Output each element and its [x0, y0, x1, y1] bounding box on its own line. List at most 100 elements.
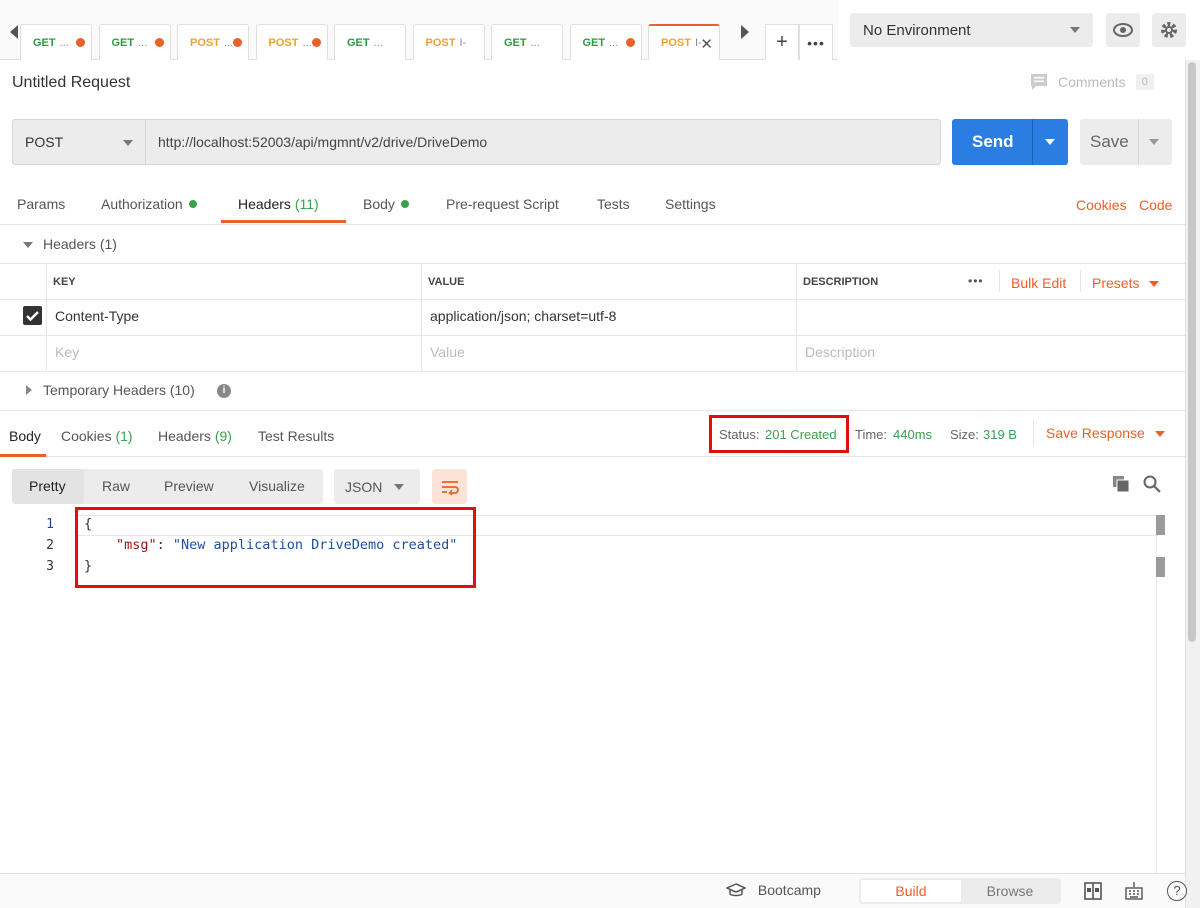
request-tab[interactable]: POST...: [177, 24, 249, 60]
chevron-down-icon: [394, 484, 404, 490]
editor-scroll-thumb[interactable]: [1156, 515, 1165, 535]
tab-tests[interactable]: Tests: [597, 196, 630, 212]
request-tab[interactable]: GET...: [334, 24, 406, 60]
time-value[interactable]: 440ms: [893, 427, 932, 442]
help-icon[interactable]: ?: [1167, 881, 1187, 901]
tab-method: GET: [111, 36, 135, 49]
tab-authorization[interactable]: Authorization: [101, 196, 197, 212]
view-pretty-button[interactable]: Pretty: [29, 478, 66, 494]
unsaved-dot-icon: [625, 38, 635, 47]
response-tab-cookies-count: (1): [115, 428, 133, 444]
tab-settings[interactable]: Settings: [665, 196, 716, 212]
presets-dropdown[interactable]: Presets: [1092, 275, 1139, 291]
unsaved-dot-icon: [154, 38, 164, 47]
two-pane-view-button[interactable]: [1084, 882, 1102, 903]
response-tab-headers-count: (9): [214, 428, 232, 444]
temporary-headers-label: Temporary Headers: [43, 382, 166, 398]
save-label: Save: [1090, 132, 1129, 151]
tab-body[interactable]: Body: [363, 196, 409, 212]
tab-method: GET: [33, 36, 56, 49]
header-value-cell[interactable]: application/json; charset=utf-8: [430, 308, 616, 324]
tab-params[interactable]: Params: [17, 196, 65, 212]
new-value-input[interactable]: Value: [430, 344, 465, 360]
request-tab[interactable]: GET...: [491, 24, 563, 60]
tab-options-button[interactable]: •••: [799, 24, 833, 60]
divider: [1080, 270, 1081, 292]
new-tab-button[interactable]: +: [765, 24, 799, 60]
format-select[interactable]: JSON: [334, 469, 420, 504]
expand-temporary-headers-icon[interactable]: [26, 385, 32, 395]
send-options-chevron-icon[interactable]: [1045, 139, 1055, 145]
graduation-cap-icon: [725, 883, 747, 897]
response-tab-test-results[interactable]: Test Results: [258, 428, 334, 444]
manage-environments-button[interactable]: [1152, 13, 1186, 47]
info-icon[interactable]: i: [217, 384, 231, 398]
close-icon[interactable]: ✕: [700, 35, 713, 53]
response-view-toggle: Pretty Raw Preview Visualize: [12, 469, 323, 504]
response-tab-headers[interactable]: Headers (9): [158, 428, 232, 444]
method-select[interactable]: POST: [12, 119, 146, 165]
request-tab[interactable]: POST I-: [412, 24, 485, 60]
keyboard-icon: [1125, 882, 1143, 900]
request-tab[interactable]: GET...: [20, 24, 92, 60]
keyboard-shortcuts-button[interactable]: [1125, 881, 1143, 904]
save-response-dropdown[interactable]: Save Response: [1046, 425, 1145, 441]
view-visualize-button[interactable]: Visualize: [249, 478, 305, 494]
response-tab-cookies[interactable]: Cookies (1): [61, 428, 133, 444]
tab-title: ...: [59, 36, 69, 49]
bootcamp-button[interactable]: Bootcamp: [725, 881, 821, 898]
request-tab[interactable]: GET...: [569, 24, 642, 60]
collapse-headers-icon[interactable]: [23, 242, 33, 248]
save-button[interactable]: Save: [1080, 119, 1172, 165]
line-number: 1: [46, 517, 54, 532]
gear-icon: [1161, 22, 1177, 38]
view-preview-button[interactable]: Preview: [164, 478, 214, 494]
request-tab[interactable]: POST...: [255, 24, 328, 60]
comments-button[interactable]: Comments 0: [1030, 73, 1154, 91]
tab-body-label: Body: [363, 196, 395, 212]
status-value[interactable]: 201 Created: [765, 427, 837, 442]
tab-title: ...: [373, 36, 383, 49]
search-button[interactable]: [1143, 475, 1161, 496]
save-response-chevron-icon[interactable]: [1155, 431, 1165, 437]
scroll-tabs-left-icon[interactable]: [10, 25, 18, 39]
request-tab[interactable]: GET...: [98, 24, 171, 60]
build-button[interactable]: Build: [861, 880, 961, 902]
size-value[interactable]: 319 B: [983, 427, 1017, 442]
table-options-icon[interactable]: •••: [968, 274, 984, 288]
new-key-input[interactable]: Key: [55, 344, 79, 360]
headers-section-title[interactable]: Headers (1): [43, 236, 117, 252]
tab-prerequest-script[interactable]: Pre-request Script: [446, 196, 559, 212]
request-tab[interactable]: POST I- ✕: [648, 24, 720, 60]
response-tab-cookies-label: Cookies: [61, 428, 112, 444]
new-description-input[interactable]: Description: [805, 344, 875, 360]
tab-title: I-: [459, 36, 467, 49]
environment-quick-look-button[interactable]: [1106, 13, 1140, 47]
tab-title: ...: [302, 36, 312, 49]
bulk-edit-link[interactable]: Bulk Edit: [1011, 275, 1066, 291]
environment-select[interactable]: No Environment: [850, 13, 1093, 47]
code-link[interactable]: Code: [1139, 197, 1172, 213]
header-key-cell[interactable]: Content-Type: [55, 308, 139, 324]
browse-button[interactable]: Browse: [961, 880, 1059, 902]
wrap-lines-button[interactable]: [432, 469, 467, 504]
header-enabled-checkbox[interactable]: [23, 306, 42, 325]
window-scroll-thumb[interactable]: [1188, 62, 1196, 642]
view-raw-button[interactable]: Raw: [102, 478, 130, 494]
column-key: KEY: [53, 276, 76, 288]
table-header-row: [0, 264, 1185, 300]
response-tab-body[interactable]: Body: [9, 428, 41, 444]
cookies-link[interactable]: Cookies: [1076, 197, 1127, 213]
scroll-tabs-right-icon[interactable]: [741, 25, 749, 39]
send-button[interactable]: Send: [952, 119, 1068, 165]
presets-chevron-icon[interactable]: [1149, 281, 1159, 287]
temporary-headers-title[interactable]: Temporary Headers (10): [43, 382, 195, 398]
save-options-chevron-icon[interactable]: [1149, 139, 1159, 145]
tab-headers-label: Headers: [238, 196, 291, 212]
check-icon: [26, 311, 39, 322]
request-title[interactable]: Untitled Request: [12, 74, 130, 92]
copy-button[interactable]: [1112, 475, 1130, 496]
chevron-down-icon: [123, 140, 133, 146]
tab-headers[interactable]: Headers (11): [238, 196, 319, 212]
url-input[interactable]: http://localhost:52003/api/mgmnt/v2/driv…: [145, 119, 941, 165]
